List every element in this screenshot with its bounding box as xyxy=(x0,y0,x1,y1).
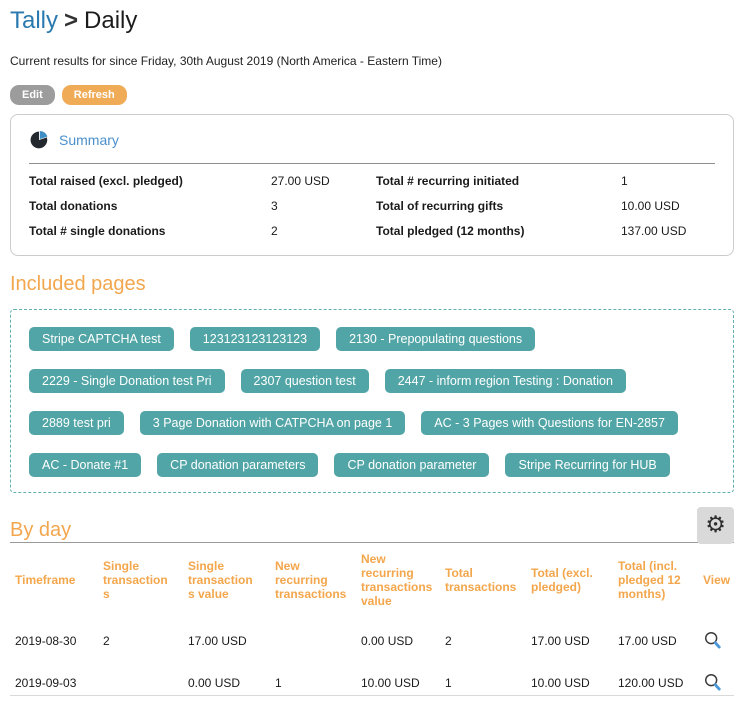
stat-value: 27.00 USD xyxy=(271,174,376,188)
cell-view xyxy=(698,620,734,662)
cell-new-recurring-transactions-value: 10.00 USD xyxy=(356,662,440,704)
breadcrumb-tally-link[interactable]: Tally xyxy=(10,7,58,34)
column-header-timeframe: Timeframe xyxy=(10,543,98,620)
table-row: 2019-08-30 2 17.00 USD 0.00 USD 2 17.00 … xyxy=(10,620,734,662)
cell-total-incl-pledged: 17.00 USD xyxy=(613,620,698,662)
pie-chart-icon xyxy=(29,130,49,150)
cell-total-incl-pledged: 120.00 USD xyxy=(613,662,698,704)
results-timeframe-text: Current results for since Friday, 30th A… xyxy=(10,54,734,68)
column-header-total-transactions: Total transactions xyxy=(440,543,526,620)
included-pages-box: Stripe CAPTCHA test 123123123123123 2130… xyxy=(10,309,734,493)
page-tag[interactable]: AC - 3 Pages with Questions for EN-2857 xyxy=(421,411,678,435)
page-tag[interactable]: 3 Page Donation with CATPCHA on page 1 xyxy=(140,411,406,435)
summary-title: Summary xyxy=(59,132,119,148)
cell-total-excl-pledged: 17.00 USD xyxy=(526,620,613,662)
page-tag[interactable]: CP donation parameters xyxy=(157,453,318,477)
column-header-view: View xyxy=(698,543,734,620)
breadcrumb: Tally>Daily xyxy=(10,0,734,35)
magnifier-icon xyxy=(703,630,723,650)
included-pages-title: Included pages xyxy=(10,273,734,296)
column-header-total-excl-pledged: Total (excl. pledged) xyxy=(526,543,613,620)
table-row: 2019-09-03 0.00 USD 1 10.00 USD 1 10.00 … xyxy=(10,662,734,704)
stat-label: Total raised (excl. pledged) xyxy=(29,174,271,188)
page-tag[interactable]: 2229 - Single Donation test Pri xyxy=(29,369,225,393)
page-tag[interactable]: 2307 question test xyxy=(241,369,369,393)
cell-total-transactions: 1 xyxy=(440,662,526,704)
cell-total-excl-pledged: 10.00 USD xyxy=(526,662,613,704)
magnifier-icon xyxy=(703,672,723,692)
page-tag[interactable]: Stripe Recurring for HUB xyxy=(505,453,669,477)
cell-single-transactions xyxy=(98,662,183,704)
stat-value: 3 xyxy=(271,199,376,213)
cell-timeframe: 2019-09-03 xyxy=(10,662,98,704)
column-header-new-recurring-transactions: New recurring transactions xyxy=(270,543,356,620)
page-tag[interactable]: 2447 - inform region Testing : Donation xyxy=(385,369,626,393)
page-tag[interactable]: 2130 - Prepopulating questions xyxy=(336,327,535,351)
page-tag[interactable]: 123123123123123 xyxy=(190,327,320,351)
cell-single-transactions-value: 0.00 USD xyxy=(183,662,270,704)
column-header-new-recurring-transactions-value: New recurring transactions value xyxy=(356,543,440,620)
cell-single-transactions: 2 xyxy=(98,620,183,662)
column-header-single-transactions: Single transaction s xyxy=(98,543,183,620)
gear-icon: ⚙ xyxy=(705,514,726,537)
stat-label: Total pledged (12 months) xyxy=(376,224,621,238)
settings-button[interactable]: ⚙ xyxy=(697,507,734,544)
refresh-button[interactable]: Refresh xyxy=(62,85,127,105)
summary-divider xyxy=(29,163,715,164)
cell-new-recurring-transactions xyxy=(270,620,356,662)
page-title: Daily xyxy=(84,7,137,34)
cell-timeframe: 2019-08-30 xyxy=(10,620,98,662)
edit-button[interactable]: Edit xyxy=(10,85,55,105)
summary-header: Summary xyxy=(29,130,715,150)
stat-value: 10.00 USD xyxy=(621,199,715,213)
stat-label: Total # recurring initiated xyxy=(376,174,621,188)
cell-view xyxy=(698,662,734,704)
by-day-header: By day ⚙ xyxy=(10,507,734,542)
column-header-single-transactions-value: Single transaction s value xyxy=(183,543,270,620)
by-day-table: Timeframe Single transaction s Single tr… xyxy=(10,543,734,704)
cell-new-recurring-transactions-value: 0.00 USD xyxy=(356,620,440,662)
page-tag[interactable]: CP donation parameter xyxy=(334,453,489,477)
action-buttons: Edit Refresh xyxy=(10,85,734,105)
stat-value: 137.00 USD xyxy=(621,224,715,238)
stat-label: Total donations xyxy=(29,199,271,213)
page-bottom-divider xyxy=(10,695,734,696)
page-tag[interactable]: 2889 test pri xyxy=(29,411,124,435)
page-tag[interactable]: Stripe CAPTCHA test xyxy=(29,327,174,351)
summary-panel: Summary Total raised (excl. pledged) 27.… xyxy=(10,114,734,256)
view-row-button[interactable] xyxy=(703,630,723,650)
stat-label: Total # single donations xyxy=(29,224,271,238)
cell-single-transactions-value: 17.00 USD xyxy=(183,620,270,662)
view-row-button[interactable] xyxy=(703,672,723,692)
cell-total-transactions: 2 xyxy=(440,620,526,662)
stat-label: Total of recurring gifts xyxy=(376,199,621,213)
column-header-total-incl-pledged: Total (incl. pledged 12 months) xyxy=(613,543,698,620)
page-tag[interactable]: AC - Donate #1 xyxy=(29,453,141,477)
breadcrumb-separator: > xyxy=(64,7,78,34)
stat-value: 2 xyxy=(271,224,376,238)
by-day-title: By day xyxy=(10,519,71,542)
stat-value: 1 xyxy=(621,174,715,188)
summary-stats: Total raised (excl. pledged) 27.00 USD T… xyxy=(29,174,715,238)
tally-daily-page: Tally>Daily Current results for since Fr… xyxy=(0,0,744,704)
cell-new-recurring-transactions: 1 xyxy=(270,662,356,704)
table-header-row: Timeframe Single transaction s Single tr… xyxy=(10,543,734,620)
